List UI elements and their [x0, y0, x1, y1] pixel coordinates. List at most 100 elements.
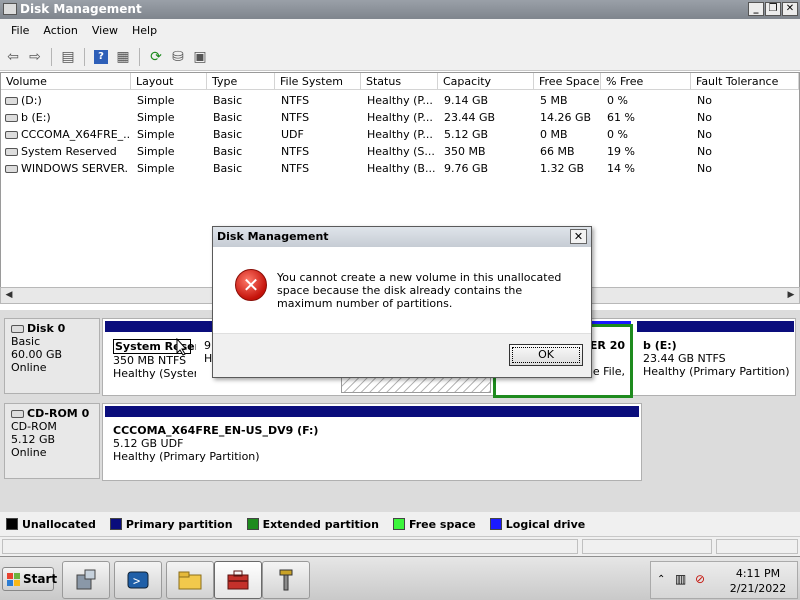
menu-action[interactable]: Action — [36, 19, 84, 43]
forward-arrow-icon[interactable]: ⇨ — [25, 47, 45, 67]
window-titlebar: Disk Management _ ❐ ✕ — [0, 0, 800, 19]
refresh-icon[interactable]: ⟳ — [146, 47, 166, 67]
fs-cell: UDF — [281, 128, 304, 141]
legend-item-logical: Logical drive — [489, 517, 586, 531]
server-manager-icon[interactable] — [62, 561, 110, 599]
column-header-capacity[interactable]: Capacity — [438, 73, 534, 90]
restore-button[interactable]: ❐ — [765, 2, 781, 16]
clock-time: 4:11 PM — [735, 567, 781, 580]
ok-button[interactable]: OK — [509, 344, 583, 366]
status-segment — [582, 539, 712, 554]
explorer-icon[interactable] — [166, 561, 214, 599]
mouse-cursor-icon — [176, 338, 188, 356]
volume-name: (D:) — [21, 94, 42, 107]
dialog-footer: OK — [213, 333, 591, 377]
fault-tolerance-cell: No — [697, 94, 712, 107]
properties-icon[interactable]: ▦ — [113, 47, 133, 67]
column-header-file-system[interactable]: File System — [275, 73, 361, 90]
partition-size: 5.12 GB UDF — [113, 437, 184, 450]
back-arrow-icon[interactable]: ⇦ — [3, 47, 23, 67]
dialog-close-button[interactable]: ✕ — [570, 229, 587, 244]
primary-band — [105, 406, 639, 417]
status-cell: Healthy (B... — [367, 162, 436, 175]
clock[interactable]: 4:11 PM 2/21/2022 — [723, 566, 793, 596]
legend-swatch — [392, 518, 405, 530]
scroll-left-icon[interactable]: ◀ — [1, 288, 17, 303]
menu-file[interactable]: File — [4, 19, 36, 43]
column-header-type[interactable]: Type — [207, 73, 275, 90]
toolbar: ⇦ ⇨ ▤ ? ▦ ⟳ ⛁ ▣ — [0, 43, 800, 71]
cdrom0-type: CD-ROM — [11, 420, 57, 433]
fs-cell: NTFS — [281, 111, 310, 124]
free-space-cell: 1.32 GB — [540, 162, 585, 175]
capacity-cell: 350 MB — [444, 145, 486, 158]
legend-label: Primary partition — [125, 517, 233, 531]
cdrom0-partitions: CCCOMA_X64FRE_EN-US_DV9 (F:) 5.12 GB UDF… — [102, 403, 642, 481]
partition-e[interactable]: b (E:) 23.44 GB NTFS Healthy (Primary Pa… — [638, 335, 793, 393]
percent-free-cell: 0 % — [607, 94, 628, 107]
system-tray: ⌃ ▥ ⊘ 4:11 PM 2/21/2022 — [650, 561, 798, 599]
svg-text:>: > — [133, 574, 140, 588]
cdrom0-label[interactable]: CD-ROM 0 CD-ROM 5.12 GB Online — [4, 403, 100, 479]
capacity-cell: 9.14 GB — [444, 94, 489, 107]
close-button[interactable]: ✕ — [782, 2, 798, 16]
disk0-status: Online — [11, 361, 47, 374]
layout-cell: Simple — [137, 128, 175, 141]
partition-status: Healthy (Primary Partition) — [643, 365, 790, 378]
fs-cell: NTFS — [281, 162, 310, 175]
cd-drive-icon — [5, 131, 18, 139]
type-cell: Basic — [213, 111, 243, 124]
cdrom0-name: CD-ROM 0 — [27, 407, 90, 420]
fault-tolerance-cell: No — [697, 162, 712, 175]
cd-drive-icon — [11, 410, 24, 418]
show-hidden-icons-icon[interactable]: ⌃ — [657, 574, 665, 585]
menu-view[interactable]: View — [85, 19, 125, 43]
volume-muted-icon[interactable]: ⊘ — [695, 572, 705, 586]
rescan-disks-icon[interactable]: ⛁ — [168, 47, 188, 67]
cdrom0-status: Online — [11, 446, 47, 459]
legend-swatch — [109, 518, 122, 530]
column-header-percent-free[interactable]: % Free — [601, 73, 691, 90]
legend: Unallocated Primary partition Extended p… — [0, 512, 800, 536]
volume-name: b (E:) — [21, 111, 51, 124]
start-button[interactable]: Start — [2, 567, 57, 591]
partition-f[interactable]: CCCOMA_X64FRE_EN-US_DV9 (F:) 5.12 GB UDF… — [108, 420, 638, 478]
computer-management-icon[interactable] — [214, 561, 262, 599]
capacity-cell: 23.44 GB — [444, 111, 496, 124]
cdrom0-size: 5.12 GB — [11, 433, 56, 446]
network-icon[interactable]: ▥ — [675, 572, 686, 586]
console-tree-icon[interactable]: ▤ — [58, 47, 78, 67]
status-cell: Healthy (P... — [367, 94, 433, 107]
legend-label: Logical drive — [505, 517, 586, 531]
type-cell: Basic — [213, 162, 243, 175]
help-icon[interactable]: ? — [91, 47, 111, 67]
column-header-volume[interactable]: Volume — [1, 73, 131, 90]
column-header-layout[interactable]: Layout — [131, 73, 207, 90]
column-header-status[interactable]: Status — [361, 73, 438, 90]
legend-item-free-space: Free space — [392, 518, 476, 531]
tools-icon[interactable] — [262, 561, 310, 599]
column-header-fault-tolerance[interactable]: Fault Tolerance — [691, 73, 799, 90]
layout-cell: Simple — [137, 145, 175, 158]
column-header-free-space[interactable]: Free Space — [534, 73, 601, 90]
primary-band — [105, 321, 198, 332]
window-title: Disk Management — [20, 2, 142, 16]
legend-swatch — [489, 518, 502, 530]
drive-icon — [5, 114, 18, 122]
partition-title: CCCOMA_X64FRE_EN-US_DV9 (F:) — [113, 424, 319, 437]
menu-help[interactable]: Help — [125, 19, 164, 43]
status-segment — [2, 539, 578, 554]
disk-management-icon — [3, 3, 17, 15]
export-list-icon[interactable]: ▣ — [190, 47, 210, 67]
clock-date: 2/21/2022 — [729, 582, 787, 595]
layout-cell: Simple — [137, 111, 175, 124]
capacity-cell: 5.12 GB — [444, 128, 489, 141]
powershell-icon[interactable]: > — [114, 561, 162, 599]
fault-tolerance-cell: No — [697, 128, 712, 141]
partition-status: Healthy (System — [113, 367, 196, 380]
scroll-right-icon[interactable]: ▶ — [783, 288, 799, 303]
status-cell: Healthy (S... — [367, 145, 435, 158]
disk0-label[interactable]: Disk 0 Basic 60.00 GB Online — [4, 318, 100, 394]
toolbar-divider — [84, 47, 85, 66]
minimize-button[interactable]: _ — [748, 2, 764, 16]
